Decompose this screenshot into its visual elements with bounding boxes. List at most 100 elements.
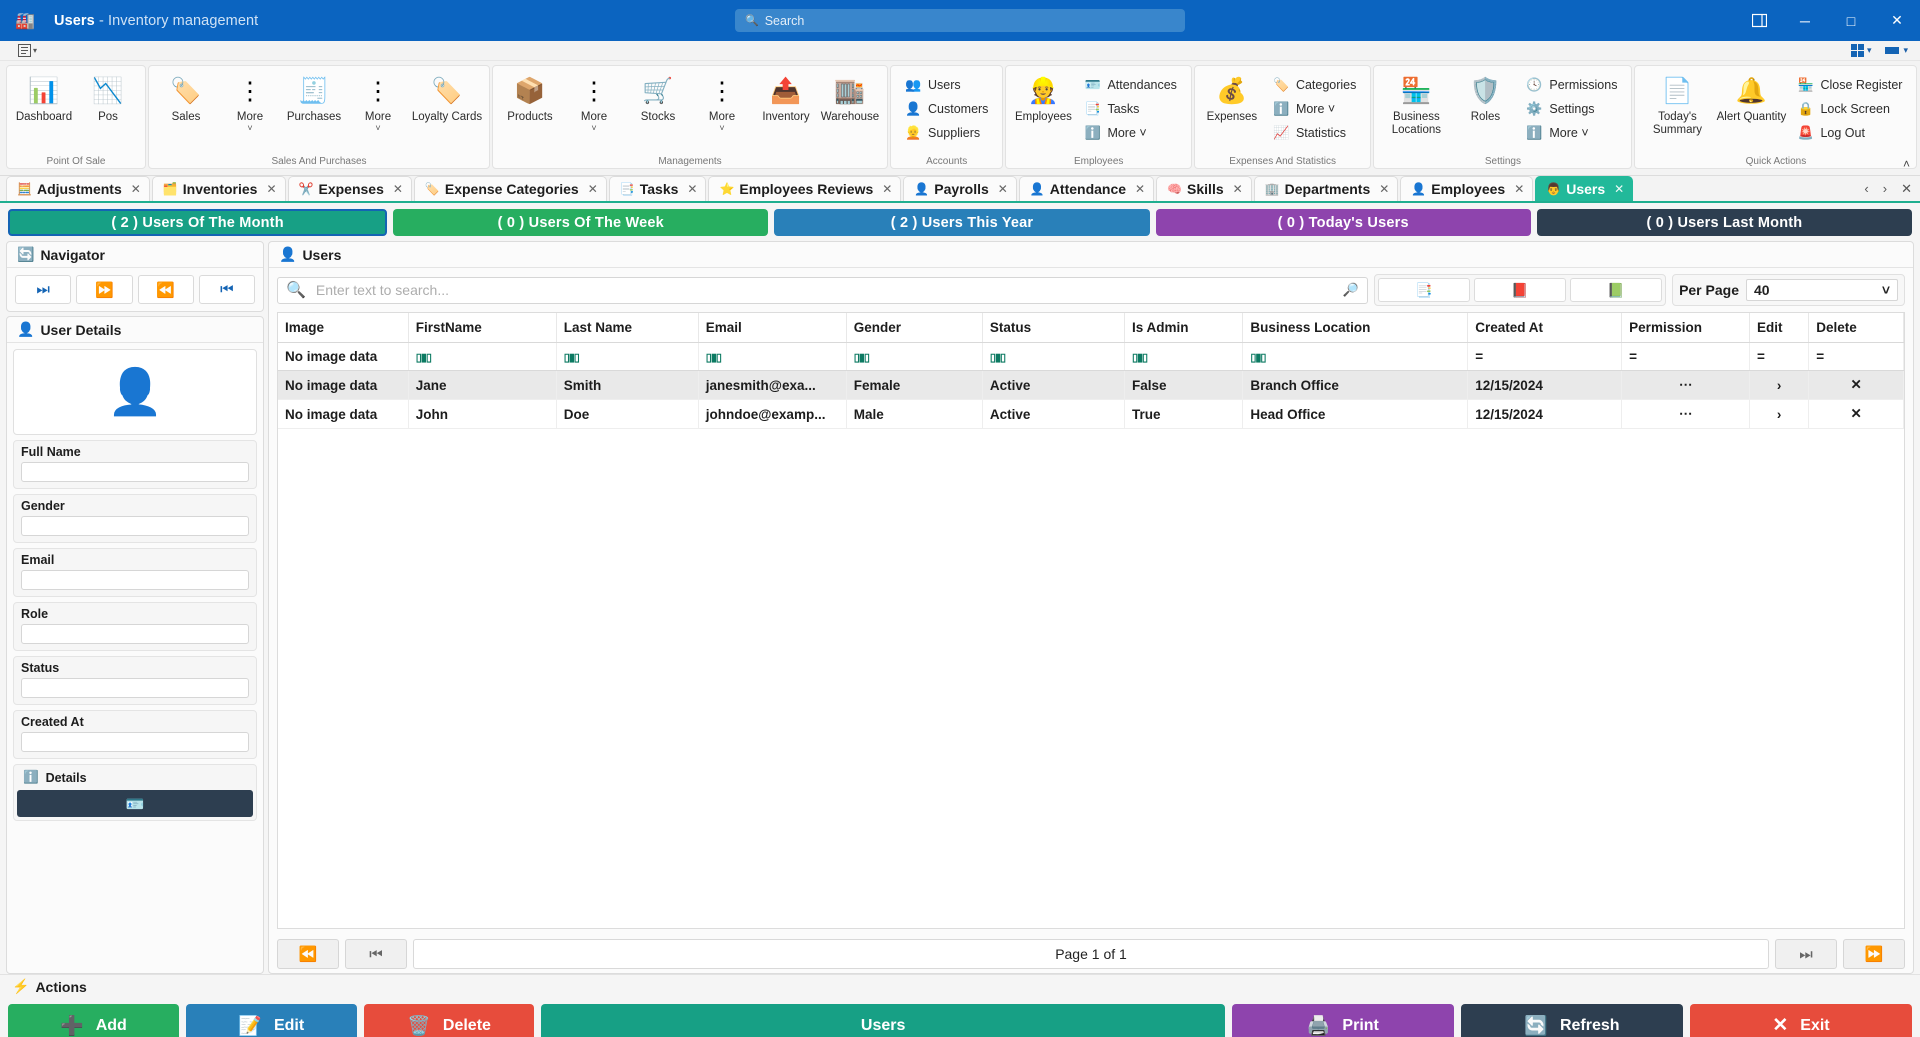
action-edit-button[interactable]: 📝 Edit: [185, 1004, 357, 1037]
ribbon-button-more[interactable]: ⋮ More ˅: [691, 70, 753, 133]
column-header-last-name[interactable]: Last Name: [556, 313, 699, 343]
ribbon-item-tasks[interactable]: 📑 Tasks: [1080, 98, 1181, 119]
ribbon-item-suppliers[interactable]: 👱 Suppliers: [901, 122, 992, 143]
ribbon-button-more[interactable]: ⋮ More ˅: [347, 70, 409, 133]
tab-close-icon[interactable]: ✕: [266, 182, 276, 196]
minimize-button[interactable]: ─: [1782, 0, 1828, 41]
search-input[interactable]: [313, 281, 1335, 299]
tab-attendance[interactable]: 👤 Attendance ✕: [1018, 176, 1155, 201]
ribbon-item-close-register[interactable]: 🏪 Close Register: [1793, 74, 1906, 95]
menu-icon[interactable]: ▾: [18, 44, 37, 57]
stat-button-0-today-s-users[interactable]: ( 0 ) Today's Users: [1155, 209, 1531, 236]
tab-close-icon[interactable]: ✕: [1233, 182, 1243, 196]
filter-cell-6[interactable]: ▯▮▯: [1124, 342, 1244, 371]
export-csv-button[interactable]: 📑: [1378, 278, 1471, 302]
ribbon-button-warehouse[interactable]: 🏬 Warehouse: [819, 70, 881, 124]
ribbon-button-more[interactable]: ⋮ More ˅: [563, 70, 625, 133]
navigator-first-button[interactable]: ⏭: [15, 275, 72, 304]
search-box[interactable]: 🔍 🔎: [277, 276, 1369, 304]
ribbon-button-loyalty-cards[interactable]: 🏷️ Loyalty Cards: [411, 70, 483, 124]
navigator-next-button[interactable]: ⏩: [76, 275, 133, 304]
filter-cell-9[interactable]: =: [1621, 342, 1751, 371]
ribbon-item-permissions[interactable]: 🕓 Permissions: [1522, 74, 1621, 95]
column-header-delete[interactable]: Delete: [1808, 313, 1904, 343]
pager-prev-button[interactable]: ⏮: [345, 939, 407, 969]
field-input-status[interactable]: [21, 678, 249, 698]
filter-cell-10[interactable]: =: [1749, 342, 1810, 371]
export-pdf-button[interactable]: 📕: [1474, 278, 1567, 302]
tab-expense-categories[interactable]: 🏷️ Expense Categories ✕: [413, 176, 607, 201]
ribbon-item-attendances[interactable]: 🪪 Attendances: [1080, 74, 1181, 95]
per-page-select[interactable]: 40 ˅: [1746, 279, 1898, 301]
field-input-full-name[interactable]: [21, 462, 249, 482]
action-delete-button[interactable]: 🗑️ Delete: [363, 1004, 535, 1037]
tab-users[interactable]: 👨 Users ✕: [1535, 176, 1634, 201]
details-button[interactable]: 🪪: [17, 790, 253, 817]
tab-close-icon[interactable]: ✕: [1514, 182, 1524, 196]
tab-payrolls[interactable]: 👤 Payrolls ✕: [903, 176, 1017, 201]
tab-close-icon[interactable]: ✕: [131, 182, 141, 196]
filter-cell-3[interactable]: ▯▮▯: [698, 342, 847, 371]
tab-close-icon[interactable]: ✕: [1614, 182, 1624, 196]
filter-cell-11[interactable]: =: [1808, 342, 1904, 371]
export-excel-button[interactable]: 📗: [1570, 278, 1663, 302]
tab-skills[interactable]: 🧠 Skills ✕: [1156, 176, 1252, 201]
ribbon-item-more-[interactable]: ℹ️ More ˅: [1522, 122, 1621, 143]
ribbon-item-users[interactable]: 👥 Users: [901, 74, 992, 95]
ribbon-item-log-out[interactable]: 🚨 Log Out: [1793, 122, 1906, 143]
cell-edit[interactable]: ›: [1749, 399, 1810, 429]
column-header-gender[interactable]: Gender: [846, 313, 983, 343]
ribbon-button-pos[interactable]: 📉 Pos: [77, 70, 139, 124]
stat-button-2-users-of-the-month[interactable]: ( 2 ) Users Of The Month: [8, 209, 388, 236]
tab-nav-next[interactable]: ›: [1883, 181, 1887, 197]
action-add-button[interactable]: ➕ Add: [8, 1004, 179, 1037]
column-header-created-at[interactable]: Created At: [1467, 313, 1623, 343]
filter-cell-0[interactable]: No image data: [278, 342, 409, 371]
navigator-previous-button[interactable]: ⏪: [137, 275, 194, 304]
table-row[interactable]: No image data John Doe johndoe@examp... Male…: [278, 399, 1904, 429]
tab-close-icon[interactable]: ✕: [1379, 182, 1389, 196]
ribbon-item-settings[interactable]: ⚙️ Settings: [1522, 98, 1621, 119]
theme-icon[interactable]: ▾: [1885, 44, 1908, 57]
stat-button-2-users-this-year[interactable]: ( 2 ) Users This Year: [774, 209, 1150, 236]
field-input-created-at[interactable]: [21, 732, 249, 752]
cell-delete[interactable]: ✕: [1808, 370, 1904, 400]
ribbon-button-sales[interactable]: 🏷️ Sales: [155, 70, 217, 124]
action-users-button[interactable]: Users: [541, 1004, 1225, 1037]
ribbon-button-purchases[interactable]: 🧾 Purchases: [283, 70, 345, 124]
tab-expenses[interactable]: ✂️ Expenses ✕: [287, 176, 412, 201]
ribbon-item-lock-screen[interactable]: 🔒 Lock Screen: [1793, 98, 1906, 119]
ribbon-button-alert-quantity[interactable]: 🔔 Alert Quantity: [1715, 70, 1787, 124]
ribbon-item-more-[interactable]: ℹ️ More ˅: [1269, 98, 1360, 119]
action-exit-button[interactable]: ✕ Exit: [1689, 1004, 1913, 1037]
ribbon-button-today-s-summary[interactable]: 📄 Today's Summary: [1641, 70, 1713, 136]
tab-inventories[interactable]: 🗂️ Inventories ✕: [151, 176, 286, 201]
tab-close-icon[interactable]: ✕: [588, 182, 598, 196]
ribbon-item-categories[interactable]: 🏷️ Categories: [1269, 74, 1360, 95]
column-header-edit[interactable]: Edit: [1749, 313, 1810, 343]
tab-tasks[interactable]: 📑 Tasks ✕: [608, 176, 707, 201]
stat-button-0-users-last-month[interactable]: ( 0 ) Users Last Month: [1536, 209, 1913, 236]
tab-close-icon[interactable]: ✕: [393, 182, 403, 196]
ribbon-item-customers[interactable]: 👤 Customers: [901, 98, 992, 119]
tab-nav-prev[interactable]: ‹: [1864, 181, 1868, 197]
global-search-box[interactable]: 🔍 Search: [735, 9, 1185, 32]
ribbon-button-stocks[interactable]: 🛒 Stocks: [627, 70, 689, 124]
maximize-button[interactable]: □: [1828, 0, 1874, 41]
filter-cell-8[interactable]: =: [1467, 342, 1623, 371]
navigator-last-button[interactable]: ⏮: [198, 275, 255, 304]
tab-close-icon[interactable]: ✕: [882, 182, 892, 196]
close-button[interactable]: ✕: [1874, 0, 1920, 41]
column-header-is-admin[interactable]: Is Admin: [1124, 313, 1244, 343]
filter-cell-4[interactable]: ▯▮▯: [846, 342, 983, 371]
column-header-image[interactable]: Image: [278, 313, 409, 343]
column-header-firstname[interactable]: FirstName: [408, 313, 557, 343]
table-row[interactable]: No image data Jane Smith janesmith@exa... Fe…: [278, 370, 1904, 400]
tab-close-icon[interactable]: ✕: [1135, 182, 1145, 196]
cell-edit[interactable]: ›: [1749, 370, 1810, 400]
layout-icon[interactable]: [1736, 0, 1782, 41]
ribbon-button-expenses[interactable]: 💰 Expenses: [1201, 70, 1263, 124]
tab-close-icon[interactable]: ✕: [998, 182, 1008, 196]
column-header-business-location[interactable]: Business Location: [1242, 313, 1469, 343]
ribbon-button-inventory[interactable]: 📤 Inventory: [755, 70, 817, 124]
